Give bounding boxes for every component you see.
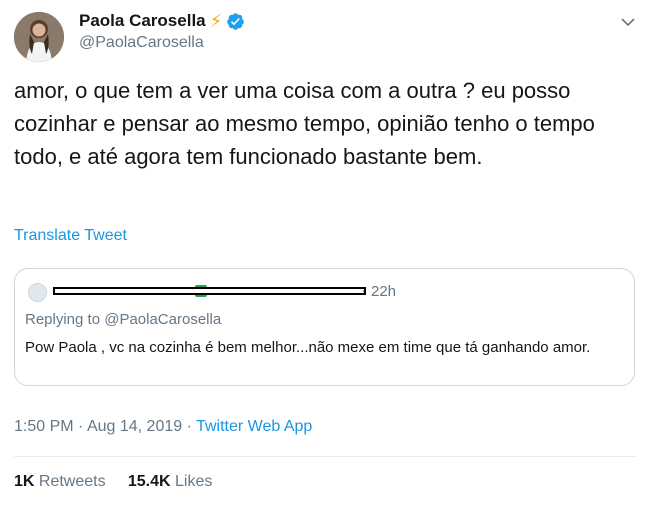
retweets-count: 1K — [14, 473, 35, 490]
avatar-photo — [14, 12, 64, 62]
tweet-date[interactable]: Aug 14, 2019 — [87, 418, 182, 435]
tweet-text: amor, o que tem a ver uma coisa com a ou… — [14, 78, 595, 169]
avatar[interactable] — [14, 12, 64, 62]
author-handle[interactable]: @PaolaCarosella — [79, 34, 204, 52]
tweet-stats: 1K Retweets 15.4K Likes — [14, 473, 212, 491]
divider-top — [14, 456, 636, 457]
author-display-name[interactable]: Paola Carosella — [79, 11, 206, 31]
quoted-replying-to: Replying to @PaolaCarosella — [25, 311, 222, 328]
quoted-tweet-card[interactable]: · 22h Replying to @PaolaCarosella Pow Pa… — [14, 268, 635, 386]
verified-badge-icon — [227, 12, 245, 30]
meta-separator-1: · — [78, 418, 84, 435]
tweet-source-link[interactable]: Twitter Web App — [196, 418, 312, 435]
chevron-down-icon[interactable] — [620, 14, 636, 30]
likes-stat[interactable]: 15.4K Likes — [128, 473, 213, 490]
translate-tweet-link[interactable]: Translate Tweet — [14, 227, 127, 245]
author-name-row[interactable]: Paola Carosella ⚡ — [79, 11, 245, 31]
retweets-label: Retweets — [38, 473, 106, 490]
quoted-timestamp[interactable]: 22h — [371, 283, 396, 300]
tweet-time[interactable]: 1:50 PM — [14, 418, 74, 435]
lightning-emoji: ⚡ — [209, 11, 223, 31]
likes-count: 15.4K — [127, 473, 171, 490]
redaction-box — [53, 287, 366, 295]
likes-label: Likes — [175, 473, 213, 490]
quoted-avatar — [28, 283, 47, 302]
quoted-separator: · — [361, 282, 366, 299]
tweet-meta: 1:50 PM · Aug 14, 2019 · Twitter Web App — [14, 418, 312, 436]
meta-separator-2: · — [186, 418, 192, 435]
quoted-tweet-text: Pow Paola , vc na cozinha é bem melhor..… — [25, 339, 591, 356]
retweets-stat[interactable]: 1K Retweets — [14, 473, 106, 490]
